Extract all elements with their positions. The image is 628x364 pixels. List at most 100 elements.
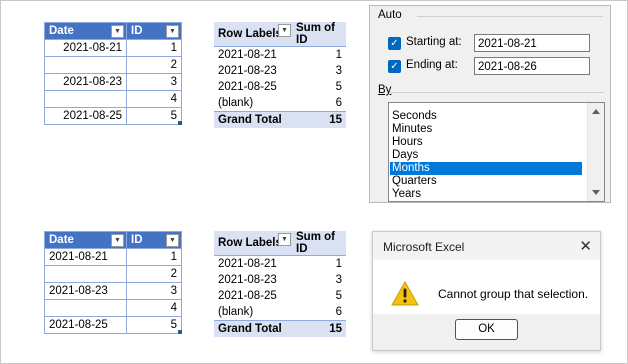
section-divider — [417, 16, 603, 17]
table-row: 2021-08-25 5 — [44, 107, 182, 125]
close-icon[interactable]: ✕ — [579, 237, 592, 255]
pivot-row: 2021-08-25 5 — [214, 288, 346, 304]
table-resize-handle[interactable] — [178, 121, 182, 125]
auto-section-label: Auto — [378, 9, 402, 21]
id-cell[interactable]: 5 — [126, 107, 182, 125]
id-cell[interactable]: 2 — [126, 265, 182, 283]
table-row: 2 — [44, 56, 182, 74]
sum-cell[interactable]: 5 — [292, 288, 346, 304]
sum-of-id-header[interactable]: Sum of ID — [292, 231, 346, 256]
date-cell[interactable] — [44, 299, 127, 317]
id-cell[interactable]: 3 — [126, 282, 182, 300]
dialog-title: Microsoft Excel — [383, 240, 465, 254]
pivot-table-top: Row Labels ▼ Sum of ID 2021-08-21 1 2021-0… — [214, 22, 346, 128]
list-item-months[interactable]: Months — [390, 162, 582, 175]
filter-dropdown-icon[interactable]: ▼ — [278, 24, 291, 37]
scroll-up-icon[interactable] — [592, 109, 600, 114]
starting-at-checkbox[interactable]: ✓ — [388, 37, 401, 50]
row-label-cell[interactable]: 2021-08-21 — [214, 47, 292, 64]
row-label-cell[interactable]: 2021-08-23 — [214, 272, 292, 288]
list-item-quarters[interactable]: Quarters — [390, 175, 582, 188]
filter-dropdown-icon[interactable]: ▼ — [278, 233, 291, 246]
date-cell[interactable]: 2021-08-25 — [44, 107, 127, 125]
error-message-box: Microsoft Excel ✕ Cannot group that sele… — [372, 231, 601, 351]
grand-total-value[interactable]: 15 — [292, 111, 346, 128]
id-cell[interactable]: 2 — [126, 56, 182, 74]
id-cell[interactable]: 1 — [126, 39, 182, 57]
row-labels-header[interactable]: Row Labels ▼ — [214, 22, 292, 47]
grouping-dialog: Auto ✓ Starting at: 2021-08-21 ✓ Ending … — [369, 5, 611, 203]
starting-at-input[interactable]: 2021-08-21 — [474, 34, 590, 52]
row-label-cell[interactable]: 2021-08-25 — [214, 288, 292, 304]
date-cell[interactable]: 2021-08-25 — [44, 316, 127, 334]
pivot-header-row: Row Labels ▼ Sum of ID — [214, 22, 346, 47]
table-row: 2 — [44, 265, 182, 283]
sum-cell[interactable]: 1 — [292, 256, 346, 273]
table-resize-handle[interactable] — [178, 330, 182, 334]
sum-cell[interactable]: 3 — [292, 63, 346, 79]
id-column-header[interactable]: ID ▼ — [126, 22, 182, 40]
table-row: 2021-08-21 1 — [44, 39, 182, 57]
sum-of-id-header[interactable]: Sum of ID — [292, 22, 346, 47]
pivot-row: (blank) 6 — [214, 95, 346, 112]
row-label-cell[interactable]: (blank) — [214, 95, 292, 112]
row-label-cell[interactable]: (blank) — [214, 304, 292, 321]
ending-at-label: Ending at: — [406, 59, 458, 71]
row-labels-header[interactable]: Row Labels ▼ — [214, 231, 292, 256]
id-cell[interactable]: 4 — [126, 90, 182, 108]
list-item-seconds[interactable]: Seconds — [390, 110, 582, 123]
table-header-row: Date ▼ ID ▼ — [44, 231, 182, 249]
by-section-label: By — [378, 84, 392, 96]
id-cell[interactable]: 5 — [126, 316, 182, 334]
filter-dropdown-icon[interactable]: ▼ — [111, 234, 124, 247]
row-label-cell[interactable]: 2021-08-25 — [214, 79, 292, 95]
list-item-hours[interactable]: Hours — [390, 136, 582, 149]
date-column-header[interactable]: Date ▼ — [44, 22, 127, 40]
ending-at-input[interactable]: 2021-08-26 — [474, 57, 590, 75]
grand-total-label[interactable]: Grand Total — [214, 111, 292, 128]
id-cell[interactable]: 1 — [126, 248, 182, 266]
date-column-header[interactable]: Date ▼ — [44, 231, 127, 249]
date-cell[interactable] — [44, 265, 127, 283]
scroll-down-icon[interactable] — [592, 190, 600, 195]
date-cell[interactable] — [44, 90, 127, 108]
date-cell[interactable] — [44, 56, 127, 74]
listbox-scrollbar[interactable] — [587, 103, 604, 201]
sum-cell[interactable]: 6 — [292, 95, 346, 112]
date-cell[interactable]: 2021-08-23 — [44, 282, 127, 300]
table-row: 2021-08-23 3 — [44, 282, 182, 300]
ending-at-checkbox[interactable]: ✓ — [388, 60, 401, 73]
date-cell[interactable]: 2021-08-21 — [44, 39, 127, 57]
id-column-header[interactable]: ID ▼ — [126, 231, 182, 249]
row-label-cell[interactable]: 2021-08-21 — [214, 256, 292, 273]
pivot-row: 2021-08-25 5 — [214, 79, 346, 95]
pivot-table-bottom: Row Labels ▼ Sum of ID 2021-08-21 1 2021-0… — [214, 231, 346, 337]
pivot-row: 2021-08-21 1 — [214, 256, 346, 273]
sum-cell[interactable]: 3 — [292, 272, 346, 288]
table-row: 4 — [44, 299, 182, 317]
group-by-listbox[interactable]: Seconds Minutes Hours Days Months Quarte… — [388, 102, 605, 202]
date-cell[interactable]: 2021-08-21 — [44, 248, 127, 266]
id-cell[interactable]: 4 — [126, 299, 182, 317]
error-message-text: Cannot group that selection. — [438, 287, 589, 301]
filter-dropdown-icon[interactable]: ▼ — [111, 25, 124, 38]
list-item-years[interactable]: Years — [390, 188, 582, 201]
source-table-bottom: Date ▼ ID ▼ 2021-08-21 1 2 2021-08-23 3 4 20… — [44, 231, 182, 334]
list-item-days[interactable]: Days — [390, 149, 582, 162]
list-item-minutes[interactable]: Minutes — [390, 123, 582, 136]
id-cell[interactable]: 3 — [126, 73, 182, 91]
sum-cell[interactable]: 5 — [292, 79, 346, 95]
grand-total-value[interactable]: 15 — [292, 320, 346, 337]
section-divider — [390, 92, 604, 93]
table-row: 2021-08-25 5 — [44, 316, 182, 334]
filter-dropdown-icon[interactable]: ▼ — [166, 234, 179, 247]
table-row: 2021-08-21 1 — [44, 248, 182, 266]
ok-button[interactable]: OK — [455, 319, 518, 340]
sum-cell[interactable]: 1 — [292, 47, 346, 64]
date-cell[interactable]: 2021-08-23 — [44, 73, 127, 91]
pivot-row: 2021-08-23 3 — [214, 272, 346, 288]
sum-cell[interactable]: 6 — [292, 304, 346, 321]
row-label-cell[interactable]: 2021-08-23 — [214, 63, 292, 79]
grand-total-label[interactable]: Grand Total — [214, 320, 292, 337]
filter-dropdown-icon[interactable]: ▼ — [166, 25, 179, 38]
